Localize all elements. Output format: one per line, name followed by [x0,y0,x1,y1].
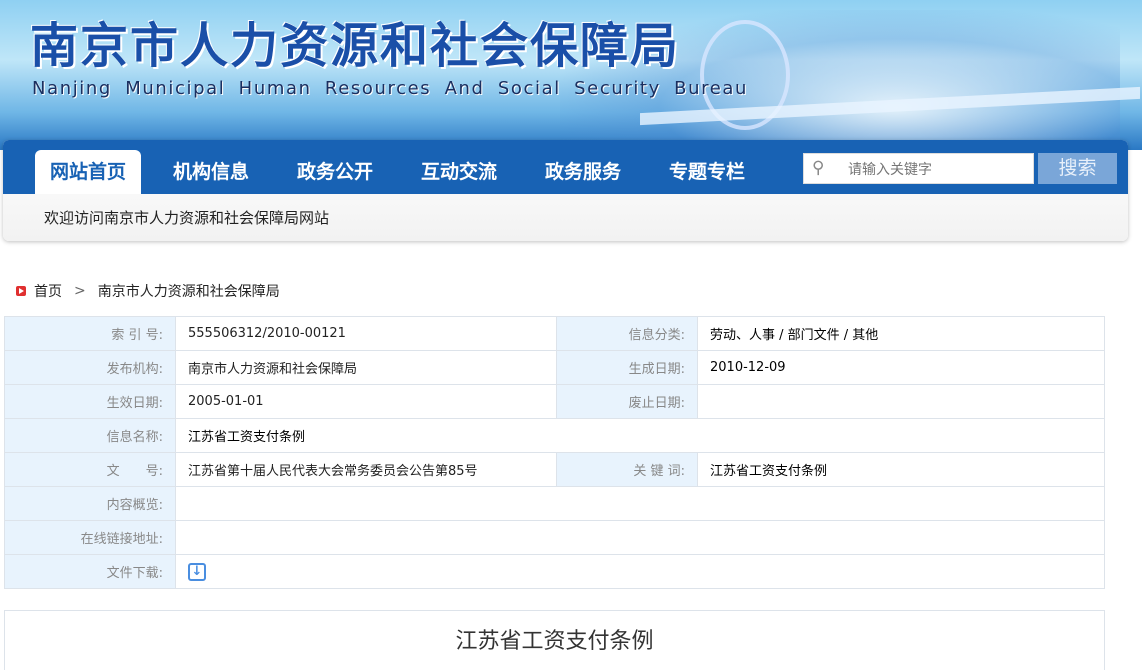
nav-home[interactable]: 网站首页 [35,150,142,194]
table-row: 文件下载: ↓ [4,554,1105,589]
table-row: 索 引 号: 555506312/2010-00121 信息分类: 劳动、人事 / 部… [4,316,1105,351]
main-nav: 网站首页 机构信息 政务公开 互动交流 政务服务 专题专栏 ⚲ 搜索 [3,140,1128,194]
label: 废止日期: [556,384,698,419]
site-subtitle: Nanjing Municipal Human Resources And So… [32,78,749,99]
label: 文件下载: [4,554,176,589]
article: 江苏省工资支付条例 [4,610,1105,670]
table-row: 发布机构: 南京市人力资源和社会保障局 生成日期: 2010-12-09 [4,350,1105,385]
keywords-value: 江苏省工资支付条例 [697,452,1105,487]
search-input[interactable] [848,158,1028,180]
table-row: 生效日期: 2005-01-01 废止日期: [4,384,1105,419]
nav-box: 网站首页 机构信息 政务公开 互动交流 政务服务 专题专栏 ⚲ 搜索 欢迎访问南… [3,140,1128,241]
effective-value: 2005-01-01 [175,384,557,419]
label: 信息名称: [4,418,176,453]
summary-value [175,486,1105,521]
docno-value: 江苏省第十届人民代表大会常务委员会公告第85号 [175,452,557,487]
index-value: 555506312/2010-00121 [175,316,557,351]
download-icon[interactable]: ↓ [188,562,206,581]
site-title: 南京市人力资源和社会保障局 [30,18,681,74]
nav-services[interactable]: 政务服务 [530,150,636,194]
search-box: ⚲ [803,153,1034,184]
label: 关 键 词: [556,452,698,487]
breadcrumb-separator: > [74,283,86,299]
breadcrumb: 首页 > 南京市人力资源和社会保障局 [16,281,280,301]
label: 生效日期: [4,384,176,419]
publisher-value: 南京市人力资源和社会保障局 [175,350,557,385]
label: 文 号: [4,452,176,487]
name-value: 江苏省工资支付条例 [175,418,1105,453]
nav-interaction[interactable]: 互动交流 [406,150,512,194]
label: 索 引 号: [4,316,176,351]
banner: 南京市人力资源和社会保障局 Nanjing Municipal Human Re… [0,0,1142,150]
home-icon [16,286,26,296]
welcome-text: 欢迎访问南京市人力资源和社会保障局网站 [44,209,330,227]
article-title: 江苏省工资支付条例 [455,629,654,654]
label: 内容概览: [4,486,176,521]
breadcrumb-current[interactable]: 南京市人力资源和社会保障局 [98,281,280,301]
label: 生成日期: [556,350,698,385]
info-table: 索 引 号: 555506312/2010-00121 信息分类: 劳动、人事 / 部… [4,316,1105,589]
abolished-value [697,384,1105,419]
label: 在线链接地址: [4,520,176,555]
nav-government-affairs[interactable]: 政务公开 [282,150,388,194]
table-row: 文 号: 江苏省第十届人民代表大会常务委员会公告第85号关 键 词: 江苏省工资支付… [4,452,1105,487]
label: 发布机构: [4,350,176,385]
link-value [175,520,1105,555]
nav-topics[interactable]: 专题专栏 [654,150,760,194]
category-value: 劳动、人事 / 部门文件 / 其他 [697,316,1105,351]
download-cell: ↓ [175,554,1105,589]
label: 信息分类: [556,316,698,351]
breadcrumb-home[interactable]: 首页 [34,281,62,301]
created-value: 2010-12-09 [697,350,1105,385]
table-row: 在线链接地址: [4,520,1105,555]
nav-organization[interactable]: 机构信息 [158,150,264,194]
search-icon: ⚲ [812,158,825,178]
search-button[interactable]: 搜索 [1038,153,1117,184]
table-row: 内容概览: [4,486,1105,521]
table-row: 信息名称: 江苏省工资支付条例 [4,418,1105,453]
